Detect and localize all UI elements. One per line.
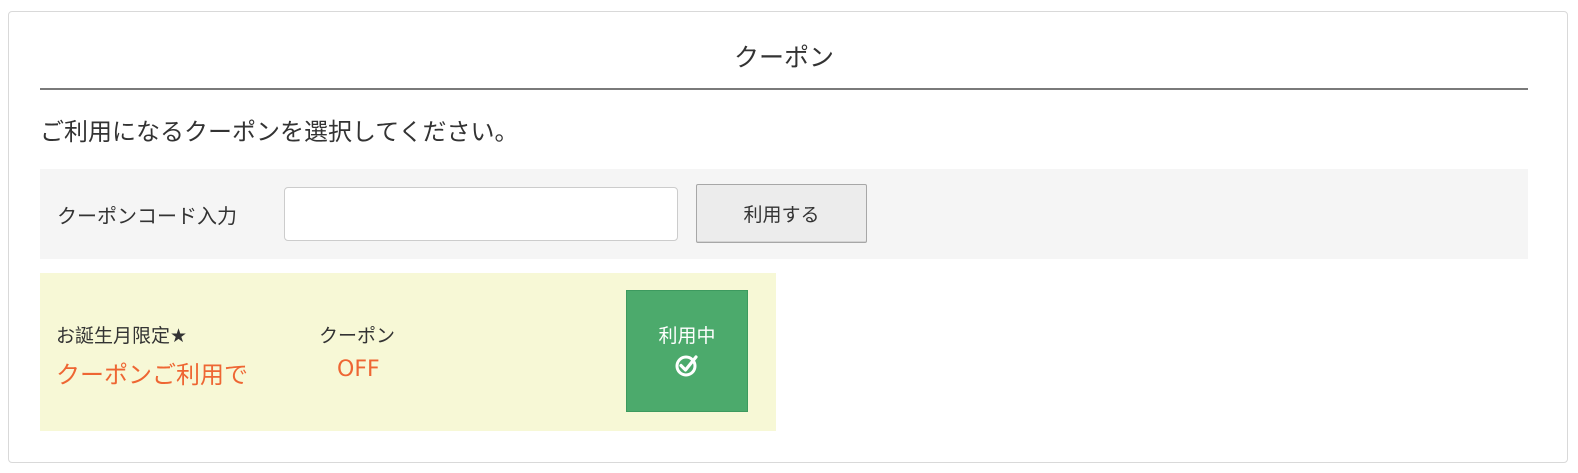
in-use-label: 利用中 <box>658 325 716 347</box>
apply-coupon-button[interactable]: 利用する <box>696 184 867 243</box>
coupon-code-row: クーポンコード入力 利用する <box>40 169 1528 259</box>
coupon-code-label: クーポンコード入力 <box>57 204 237 228</box>
coupon-code-input[interactable] <box>284 187 678 241</box>
coupon-condition: クーポンご利用で <box>56 361 248 389</box>
instruction-text: ご利用になるクーポンを選択してください。 <box>40 118 519 146</box>
check-circle-icon <box>675 355 698 377</box>
coupon-type: クーポン <box>319 325 396 347</box>
panel-header: クーポン <box>40 12 1528 90</box>
coupon-card: お誕生月限定★ クーポン クーポンご利用で OFF 利用中 <box>40 273 776 431</box>
coupon-name: お誕生月限定★ <box>56 325 188 347</box>
coupon-panel: クーポン ご利用になるクーポンを選択してください。 クーポンコード入力 利用する… <box>8 11 1568 463</box>
panel-title: クーポン <box>733 43 834 72</box>
coupon-in-use-button[interactable]: 利用中 <box>626 290 748 412</box>
coupon-discount: OFF <box>337 357 380 382</box>
